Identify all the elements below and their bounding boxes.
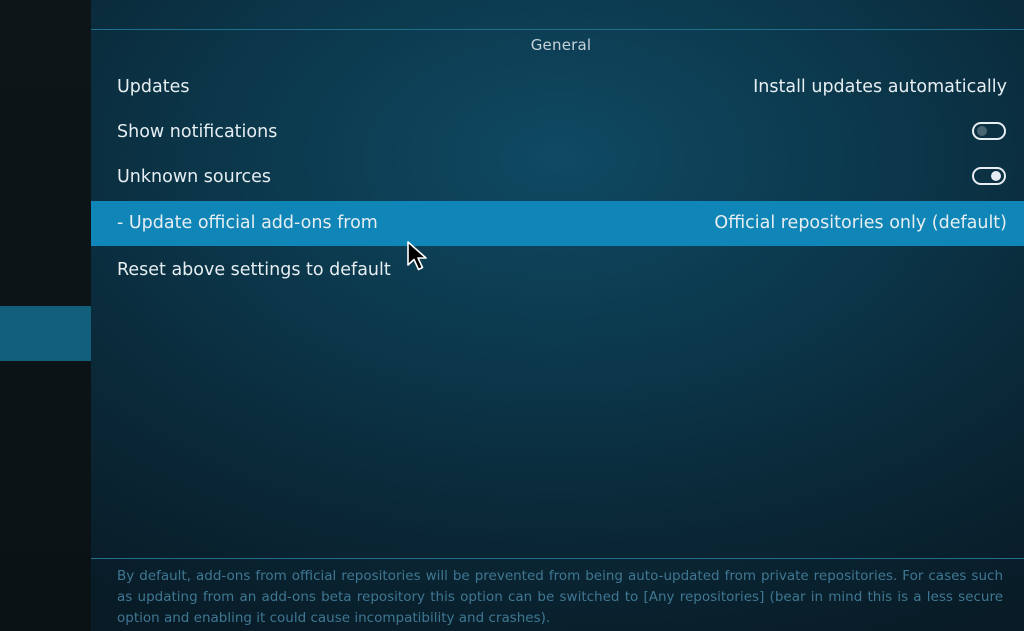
setting-unknown-sources-label: Unknown sources [117, 167, 272, 187]
toggle-knob [991, 171, 1001, 181]
unknown-sources-toggle[interactable] [972, 167, 1006, 185]
setting-updates-label: Updates [117, 77, 190, 97]
setting-unknown-sources[interactable]: Unknown sources [91, 155, 1024, 200]
settings-screen: General Updates Install updates automati… [0, 0, 1024, 631]
setting-updates[interactable]: Updates Install updates automatically [91, 65, 1024, 110]
mouse-pointer-icon [407, 241, 427, 271]
setting-reset-to-default-label: Reset above settings to default [117, 260, 391, 280]
setting-update-official-addons-from-label: - Update official add-ons from [117, 213, 378, 233]
sidebar-selected-category[interactable] [0, 306, 91, 361]
setting-updates-value: Install updates automatically [753, 77, 1007, 97]
bottom-divider [91, 558, 1024, 559]
setting-show-notifications[interactable]: Show notifications [91, 110, 1024, 155]
show-notifications-toggle[interactable] [972, 122, 1006, 140]
section-title: General [530, 36, 592, 54]
settings-panel: General Updates Install updates automati… [91, 0, 1024, 631]
sidebar [0, 0, 91, 631]
toggle-knob [977, 126, 987, 136]
top-divider [91, 29, 1024, 30]
setting-update-official-addons-from[interactable]: - Update official add-ons from Official … [91, 201, 1024, 246]
setting-update-official-addons-from-value: Official repositories only (default) [714, 213, 1007, 233]
setting-show-notifications-label: Show notifications [117, 122, 278, 142]
setting-description: By default, add-ons from official reposi… [117, 568, 1003, 626]
setting-reset-to-default[interactable]: Reset above settings to default [91, 248, 1024, 293]
